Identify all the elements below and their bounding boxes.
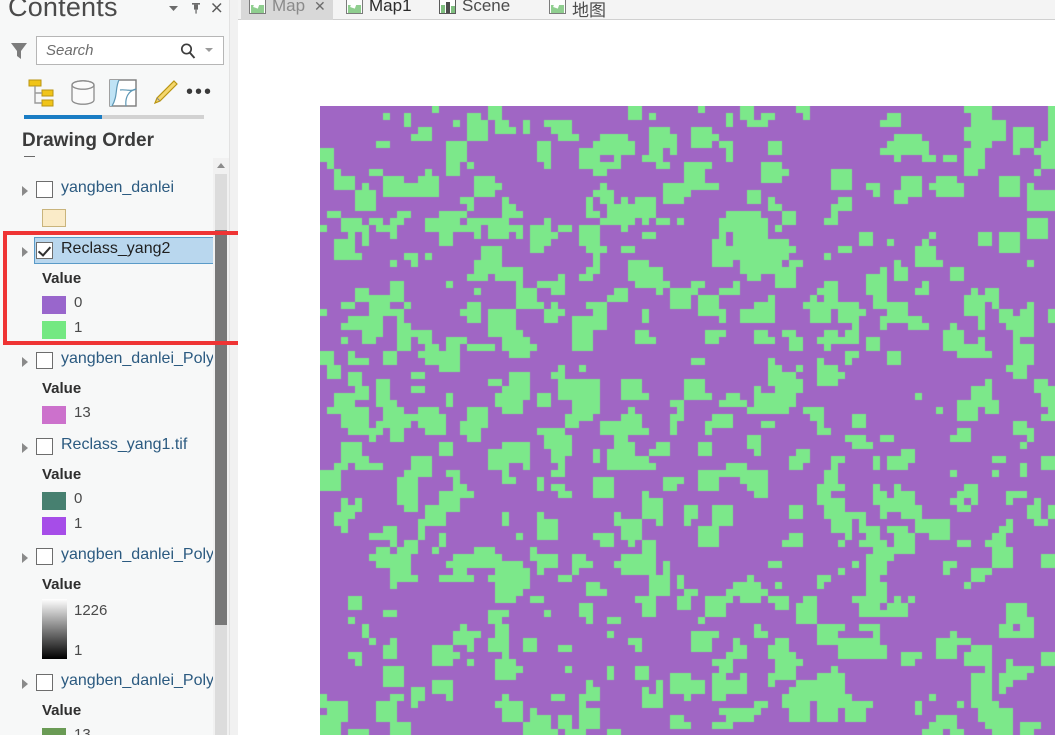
map-tab-icon [249, 0, 266, 14]
layer-visibility-checkbox[interactable] [36, 242, 53, 259]
layer-item-reclass-yang1-tif[interactable]: Reclass_yang1.tif [0, 433, 238, 461]
legend-heading: Value [42, 380, 82, 397]
legend-value: 0 [74, 490, 83, 507]
arcgis-pro-window: Contents Search ••• Drawing Order yangbe… [0, 0, 1055, 735]
expander-icon[interactable] [22, 443, 28, 453]
view-tabstrip: Map ✕ Map1 Scene 地图 [238, 0, 1055, 20]
expander-icon[interactable] [22, 553, 28, 563]
layer-item-yangben-danlei-poly-3[interactable]: yangben_danlei_Poly [0, 669, 238, 697]
layer-name: yangben_danlei_Poly [61, 350, 215, 367]
legend-gradient-ramp [42, 599, 67, 659]
layer-tree[interactable]: yangben_danlei Reclass_yang2 Value 0 1 y… [0, 164, 238, 735]
legend-swatch [42, 492, 66, 510]
chevron-down-icon[interactable] [205, 48, 213, 52]
legend-value: 13 [74, 404, 91, 421]
legend-swatch [42, 321, 66, 339]
expander-icon[interactable] [22, 247, 28, 257]
tab-map[interactable]: Map ✕ [241, 0, 333, 20]
expander-icon[interactable] [22, 186, 28, 196]
legend-swatch [42, 406, 66, 424]
legend-heading: Value [42, 466, 82, 483]
pane-outer-scrollbar[interactable] [229, 0, 238, 735]
expander-icon[interactable] [22, 679, 28, 689]
dropdown-menu-icon[interactable] [163, 0, 183, 16]
toc-scrollbar[interactable] [213, 158, 229, 735]
scrollbar-track-lower[interactable] [215, 625, 227, 735]
map-view[interactable] [238, 20, 1055, 735]
list-by-editing-icon[interactable] [148, 76, 182, 110]
more-options-icon[interactable]: ••• [186, 82, 214, 104]
tab-label: 地图 [572, 1, 606, 20]
close-icon[interactable]: ✕ [314, 0, 326, 15]
contents-pane: Contents Search ••• Drawing Order yangbe… [0, 0, 245, 735]
legend-swatch [42, 517, 66, 535]
search-input-text: Search [46, 42, 94, 59]
layer-name: Reclass_yang1.tif [61, 436, 188, 453]
layer-visibility-checkbox[interactable] [36, 548, 53, 565]
layer-item-yangben-danlei-poly-1[interactable]: yangben_danlei_Poly [0, 347, 238, 375]
tab-scene[interactable]: Scene [431, 0, 527, 20]
legend-heading: Value [42, 576, 82, 593]
map-tab-icon [549, 0, 566, 14]
layer-name: Reclass_yang2 [61, 240, 171, 257]
contents-pane-header: Contents [0, 0, 238, 30]
filter-icon[interactable] [9, 40, 29, 62]
list-by-drawing-order-icon[interactable] [24, 76, 58, 110]
layer-item-yangben-danlei-poly-2[interactable]: yangben_danlei_Poly [0, 543, 238, 571]
layer-visibility-checkbox[interactable] [36, 181, 53, 198]
legend-value: 1 [74, 319, 83, 336]
progress-bar [24, 115, 204, 119]
pin-icon[interactable] [186, 0, 206, 16]
layer-item-yangben-danlei[interactable]: yangben_danlei [0, 176, 238, 204]
raster-layer-reclass-yang2[interactable] [320, 106, 1055, 735]
layer-name: yangben_danlei_Poly [61, 546, 215, 563]
raster-canvas[interactable] [320, 106, 1055, 735]
legend-value: 13 [74, 726, 91, 735]
legend-heading: Value [42, 702, 82, 719]
layer-name: yangben_danlei_Poly [61, 672, 215, 689]
layer-name: yangben_danlei [61, 179, 174, 196]
layer-visibility-checkbox[interactable] [36, 674, 53, 691]
drawing-order-heading: Drawing Order [22, 130, 154, 151]
close-icon[interactable] [207, 0, 227, 16]
tab-map1[interactable]: Map1 [338, 0, 426, 20]
layer-visibility-checkbox[interactable] [36, 352, 53, 369]
map-tab-icon [346, 0, 363, 14]
legend-value: 1 [74, 515, 83, 532]
layer-visibility-checkbox[interactable] [36, 438, 53, 455]
expander-icon[interactable] [22, 357, 28, 367]
progress-bar-fill [24, 115, 102, 119]
scrollbar-track-upper[interactable] [215, 174, 227, 230]
scrollbar-thumb[interactable] [215, 230, 227, 625]
tab-label: Map [272, 0, 306, 15]
legend-swatch [42, 296, 66, 314]
layer-item-reclass-yang2[interactable]: Reclass_yang2 [0, 237, 238, 265]
tab-label: Scene [462, 0, 511, 15]
tab-ditu[interactable]: 地图 [541, 0, 631, 20]
tree-root-connector [24, 156, 35, 157]
list-by-data-source-icon[interactable] [66, 76, 100, 110]
search-row: Search [0, 36, 238, 66]
legend-gradient-min: 1 [74, 642, 83, 659]
page-title: Contents [8, 0, 118, 22]
list-by-selection-icon[interactable] [106, 76, 140, 110]
legend-gradient-max: 1226 [74, 602, 108, 619]
scene-tab-icon [439, 0, 456, 14]
tab-label: Map1 [369, 0, 412, 15]
legend-heading: Value [42, 270, 82, 287]
legend-swatch [42, 209, 66, 227]
legend-value: 0 [74, 294, 83, 311]
legend-swatch [42, 728, 66, 735]
search-input[interactable]: Search [36, 36, 224, 65]
search-icon[interactable] [179, 42, 197, 65]
contents-toolbar: ••• [0, 76, 238, 120]
scroll-up-arrow-icon[interactable] [213, 158, 229, 172]
